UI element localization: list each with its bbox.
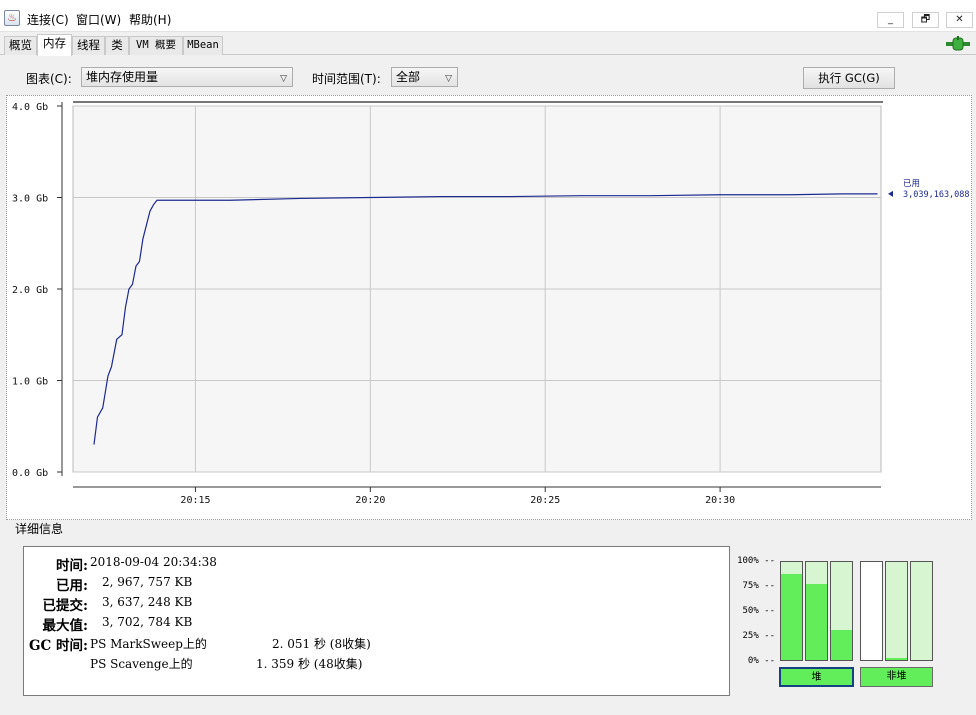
memory-pools: 100% -- 75% -- 50% -- 25% -- 0% -- 堆 非堆 [735, 548, 970, 693]
x-tick-label: 20:20 [355, 495, 385, 506]
tab-classes[interactable]: 类 [105, 36, 129, 55]
restore-button[interactable]: 🗗 [912, 12, 939, 28]
pool-bar-heap-3[interactable] [830, 561, 853, 661]
details-panel: 时间: 2018-09-04 20:34:38 已用: 2, 967, 757 … [23, 546, 730, 696]
y-tick-label: 2.0 Gb [12, 285, 48, 296]
x-tick-label: 20:25 [530, 495, 560, 506]
nonheap-button[interactable]: 非堆 [860, 667, 933, 687]
legend-name: 已用 [903, 179, 920, 189]
menu-window[interactable]: 窗口(W) [76, 11, 121, 28]
tab-mbean[interactable]: MBean [183, 36, 223, 55]
title-bar: ♨ 连接(C) 窗口(W) 帮助(H) _ 🗗 ✕ [0, 0, 976, 32]
perform-gc-button[interactable]: 执行 GC(G) [803, 67, 895, 89]
chevron-down-icon: ▽ [445, 74, 452, 84]
pct-label: 0% -- [747, 656, 775, 666]
pct-label: 25% -- [742, 631, 775, 641]
memory-chart-svg: 20:15 20:20 20:25 20:30 4.0 Gb 3.0 Gb 2.0 Gb 1.… [12, 101, 970, 506]
pct-label: 75% -- [742, 581, 775, 591]
pool-bar-nonheap-3[interactable] [910, 561, 933, 661]
pool-bar-nonheap-1[interactable] [860, 561, 883, 661]
pct-label: 100% -- [737, 556, 775, 566]
minimize-button[interactable]: _ [877, 12, 904, 28]
time-range-label: 时间范围(T): [312, 72, 381, 86]
details-title: 详细信息 [15, 522, 64, 536]
chart-label: 图表(C): [26, 72, 72, 86]
committed-label: 已提交: [42, 598, 88, 614]
tab-memory[interactable]: 内存 [37, 34, 72, 56]
gc-row-name: PS Scavenge上的 [90, 657, 193, 671]
time-label: 时间: [56, 558, 88, 574]
memory-chart: 20:15 20:20 20:25 20:30 4.0 Gb 3.0 Gb 2.0 Gb 1.… [6, 95, 972, 520]
used-value: 2, 967, 757 KB [102, 575, 193, 589]
chevron-down-icon: ▽ [280, 74, 287, 84]
x-tick-label: 20:30 [705, 495, 735, 506]
pct-label: 50% -- [742, 606, 775, 616]
java-app-icon[interactable]: ♨ [4, 10, 20, 26]
pool-bar-heap-1[interactable] [780, 561, 803, 661]
chart-select[interactable]: 堆内存使用量 ▽ [81, 67, 293, 87]
tab-vm-summary[interactable]: VM 概要 [129, 36, 183, 55]
y-tick-label: 1.0 Gb [12, 377, 48, 388]
y-tick-label: 3.0 Gb [12, 194, 48, 205]
gc-row-value: 1. 359 秒 (48收集) [256, 657, 363, 671]
gc-time-label: GC 时间: [29, 638, 88, 654]
y-tick-label: 0.0 Gb [12, 468, 48, 479]
menu-help[interactable]: 帮助(H) [129, 11, 171, 28]
max-value: 3, 702, 784 KB [102, 615, 193, 629]
used-label: 已用: [56, 578, 88, 594]
heap-button[interactable]: 堆 [779, 667, 854, 687]
tab-threads[interactable]: 线程 [72, 36, 105, 55]
gc-row-name: PS MarkSweep上的 [90, 637, 207, 651]
pool-bar-heap-2[interactable] [805, 561, 828, 661]
tab-overview[interactable]: 概览 [4, 36, 37, 55]
time-value: 2018-09-04 20:34:38 [90, 555, 217, 569]
time-range-select[interactable]: 全部 ▽ [391, 67, 458, 87]
committed-value: 3, 637, 248 KB [102, 595, 193, 609]
tab-strip: 概览 内存 线程 类 VM 概要 MBean [0, 33, 976, 56]
legend-value: 3,039,163,088 [903, 190, 970, 200]
connection-plug-icon [946, 36, 970, 51]
pool-bar-nonheap-2[interactable] [885, 561, 908, 661]
time-range-value: 全部 [396, 70, 421, 84]
y-tick-label: 4.0 Gb [12, 102, 48, 113]
x-tick-label: 20:15 [180, 495, 210, 506]
menu-connection[interactable]: 连接(C) [27, 11, 69, 28]
max-label: 最大值: [42, 618, 88, 634]
gc-row-value: 2. 051 秒 (8收集) [272, 637, 371, 651]
legend-marker-icon [888, 190, 893, 197]
close-button[interactable]: ✕ [946, 12, 973, 28]
chart-select-value: 堆内存使用量 [86, 70, 159, 84]
